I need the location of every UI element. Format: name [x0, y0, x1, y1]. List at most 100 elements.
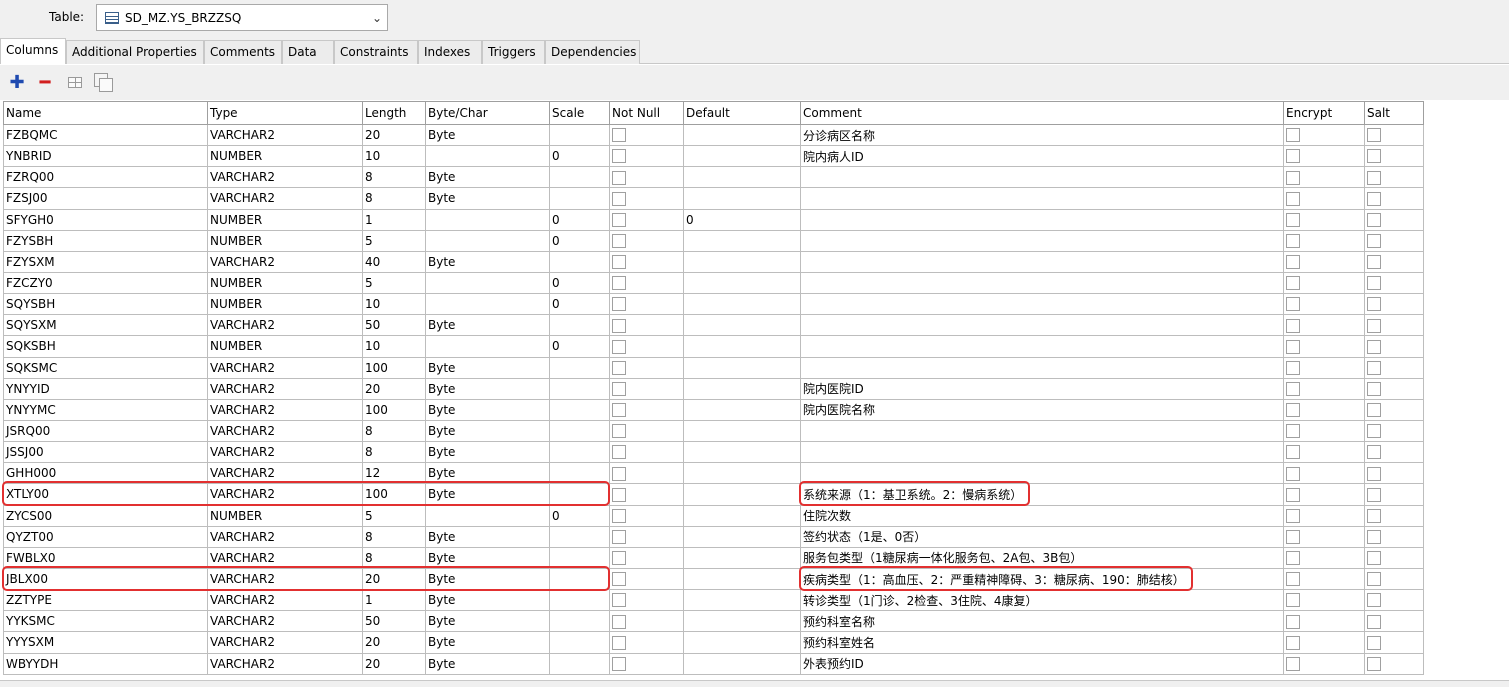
- cell-comment[interactable]: [800, 187, 1284, 210]
- salt-checkbox[interactable]: [1367, 297, 1381, 312]
- tab-triggers[interactable]: Triggers: [482, 40, 545, 64]
- table-row[interactable]: JSSJ00 VARCHAR2 8 Byte: [3, 441, 1424, 464]
- cell-comment[interactable]: [800, 166, 1284, 189]
- encrypt-checkbox-cell[interactable]: [1283, 631, 1365, 654]
- salt-checkbox[interactable]: [1367, 276, 1381, 291]
- cell-bytechar[interactable]: Byte: [425, 377, 550, 400]
- cell-name[interactable]: YNYYID: [3, 377, 208, 400]
- cell-comment[interactable]: [800, 335, 1284, 358]
- cell-type[interactable]: VARCHAR2: [207, 462, 363, 485]
- cell-bytechar[interactable]: Byte: [425, 525, 550, 548]
- not-null-checkbox[interactable]: [612, 149, 626, 164]
- salt-checkbox-cell[interactable]: [1364, 546, 1424, 569]
- table-select[interactable]: SD_MZ.YS_BRZZSQ ⌄: [96, 4, 388, 31]
- not-null-checkbox-cell[interactable]: [609, 610, 684, 633]
- salt-checkbox-cell[interactable]: [1364, 229, 1424, 252]
- col-header-scale[interactable]: Scale: [549, 101, 610, 125]
- salt-checkbox-cell[interactable]: [1364, 652, 1424, 675]
- cell-default[interactable]: [683, 589, 801, 612]
- cell-type[interactable]: VARCHAR2: [207, 419, 363, 443]
- cell-name[interactable]: SQYSBH: [3, 293, 208, 316]
- cell-default[interactable]: [683, 250, 801, 273]
- cell-name[interactable]: SFYGH0: [3, 208, 208, 231]
- cell-bytechar[interactable]: [425, 293, 550, 316]
- salt-checkbox[interactable]: [1367, 424, 1381, 439]
- salt-checkbox-cell[interactable]: [1364, 335, 1424, 358]
- col-header-name[interactable]: Name: [3, 101, 208, 125]
- cell-length[interactable]: 5: [362, 504, 426, 527]
- encrypt-checkbox-cell[interactable]: [1283, 166, 1365, 189]
- not-null-checkbox[interactable]: [612, 170, 626, 185]
- cell-default[interactable]: [683, 631, 801, 654]
- cell-default[interactable]: [683, 335, 801, 358]
- encrypt-checkbox-cell[interactable]: [1283, 483, 1365, 506]
- table-row[interactable]: FZSJ00 VARCHAR2 8 Byte: [3, 187, 1424, 210]
- encrypt-checkbox-cell[interactable]: [1283, 229, 1365, 252]
- not-null-checkbox-cell[interactable]: [609, 631, 684, 654]
- cell-name[interactable]: SQKSBH: [3, 335, 208, 358]
- cell-scale[interactable]: [549, 462, 610, 485]
- cell-name[interactable]: ZZTYPE: [3, 589, 208, 612]
- salt-checkbox[interactable]: [1367, 255, 1381, 270]
- cell-type[interactable]: VARCHAR2: [207, 589, 363, 612]
- encrypt-checkbox[interactable]: [1286, 487, 1300, 502]
- not-null-checkbox-cell[interactable]: [609, 589, 684, 612]
- cell-comment[interactable]: 外表预约ID: [800, 652, 1284, 675]
- cell-type[interactable]: NUMBER: [207, 293, 363, 316]
- encrypt-checkbox[interactable]: [1286, 212, 1300, 227]
- not-null-checkbox[interactable]: [612, 424, 626, 439]
- salt-checkbox[interactable]: [1367, 551, 1381, 566]
- cell-length[interactable]: 8: [362, 546, 426, 569]
- table-row[interactable]: SQKSMC VARCHAR2 100 Byte: [3, 356, 1424, 379]
- cell-scale[interactable]: 0: [549, 504, 610, 527]
- encrypt-checkbox-cell[interactable]: [1283, 610, 1365, 633]
- cell-type[interactable]: VARCHAR2: [207, 546, 363, 569]
- not-null-checkbox-cell[interactable]: [609, 441, 684, 464]
- not-null-checkbox-cell[interactable]: [609, 271, 684, 295]
- encrypt-checkbox-cell[interactable]: [1283, 462, 1365, 485]
- not-null-checkbox[interactable]: [612, 382, 626, 396]
- cell-default[interactable]: [683, 356, 801, 379]
- salt-checkbox-cell[interactable]: [1364, 356, 1424, 379]
- cell-default[interactable]: [683, 462, 801, 485]
- cell-comment[interactable]: 服务包类型（1糖尿病一体化服务包、2A包、3B包）: [800, 546, 1284, 569]
- cell-bytechar[interactable]: Byte: [425, 398, 550, 421]
- cell-bytechar[interactable]: [425, 229, 550, 252]
- table-row[interactable]: ZYCS00 NUMBER 5 0 住院次数: [3, 504, 1424, 527]
- encrypt-checkbox[interactable]: [1286, 572, 1300, 587]
- salt-checkbox-cell[interactable]: [1364, 250, 1424, 273]
- cell-bytechar[interactable]: Byte: [425, 250, 550, 273]
- salt-checkbox-cell[interactable]: [1364, 504, 1424, 527]
- cell-comment[interactable]: 系统来源（1：基卫系统。2：慢病系统）: [800, 483, 1284, 506]
- cell-scale[interactable]: [549, 631, 610, 654]
- salt-checkbox[interactable]: [1367, 403, 1381, 418]
- cell-bytechar[interactable]: Byte: [425, 462, 550, 485]
- cell-default[interactable]: [683, 419, 801, 443]
- cell-name[interactable]: YYKSMC: [3, 610, 208, 633]
- salt-checkbox-cell[interactable]: [1364, 610, 1424, 633]
- encrypt-checkbox[interactable]: [1286, 170, 1300, 185]
- not-null-checkbox[interactable]: [612, 551, 626, 566]
- not-null-checkbox-cell[interactable]: [609, 462, 684, 485]
- salt-checkbox[interactable]: [1367, 170, 1381, 185]
- cell-scale[interactable]: [549, 123, 610, 147]
- not-null-checkbox[interactable]: [612, 360, 626, 375]
- cell-name[interactable]: YYYSXM: [3, 631, 208, 654]
- not-null-checkbox-cell[interactable]: [609, 525, 684, 548]
- encrypt-checkbox-cell[interactable]: [1283, 208, 1365, 231]
- plus-icon[interactable]: ✚: [8, 72, 26, 93]
- col-header-comment[interactable]: Comment: [800, 101, 1284, 125]
- cell-type[interactable]: VARCHAR2: [207, 250, 363, 273]
- encrypt-checkbox[interactable]: [1286, 318, 1300, 333]
- not-null-checkbox-cell[interactable]: [609, 166, 684, 189]
- encrypt-checkbox[interactable]: [1286, 149, 1300, 164]
- salt-checkbox-cell[interactable]: [1364, 398, 1424, 421]
- cell-bytechar[interactable]: Byte: [425, 187, 550, 210]
- cell-type[interactable]: VARCHAR2: [207, 441, 363, 464]
- cell-length[interactable]: 50: [362, 314, 426, 337]
- encrypt-checkbox[interactable]: [1286, 234, 1300, 249]
- not-null-checkbox-cell[interactable]: [609, 145, 684, 168]
- table-row[interactable]: GHH000 VARCHAR2 12 Byte: [3, 462, 1424, 485]
- cell-type[interactable]: NUMBER: [207, 504, 363, 527]
- cell-length[interactable]: 50: [362, 610, 426, 633]
